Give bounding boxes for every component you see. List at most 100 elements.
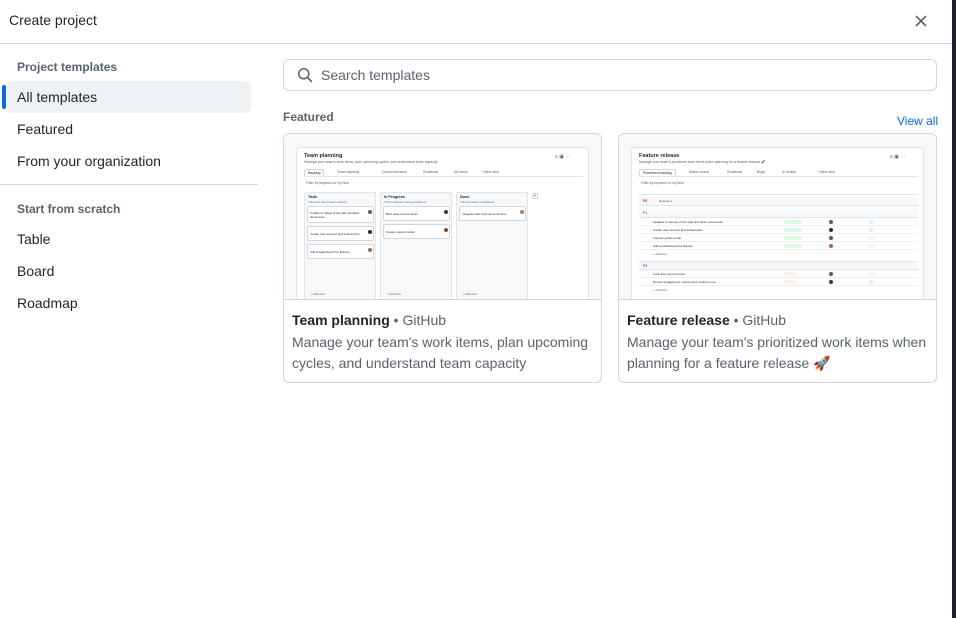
preview-row-text: Look done across boost <box>653 272 685 276</box>
preview-tab: Roadmap <box>423 170 439 174</box>
preview-add-item: + Add item <box>653 288 668 292</box>
preview-column-todo: Todo This item hasn't been started Updat… <box>304 192 376 299</box>
search-icon <box>297 67 313 83</box>
preview-group-name: P1 <box>643 211 648 215</box>
template-preview: Team planning Manage your team's work it… <box>284 134 601 300</box>
preview-column-done: Done This has been completed Integrate w… <box>456 192 528 299</box>
preview-row-text: Release 1 <box>659 199 673 203</box>
preview-card: Update to reflect of the plan activities… <box>307 206 374 223</box>
preview-tab: Current iteration <box>382 170 408 174</box>
search-input[interactable] <box>321 67 921 83</box>
sidebar-item-all-templates[interactable]: All templates <box>5 81 251 113</box>
avatar <box>368 230 372 234</box>
dialog-header: Create project <box>0 0 952 44</box>
status-badge <box>784 244 802 248</box>
sidebar-item-label: Board <box>17 263 55 279</box>
avatar <box>829 220 833 224</box>
preview-card-text: Create a quick model <box>386 230 415 234</box>
template-card-feature-release[interactable]: Feature release Manage your team's prior… <box>618 133 937 383</box>
preview-group-name: P0 <box>643 199 648 203</box>
preview-row: Review engagement metrics and results to… <box>639 279 918 286</box>
preview-add-item: + Add item <box>653 252 668 256</box>
window-edge <box>952 0 956 618</box>
sidebar-item-from-organization[interactable]: From your organization <box>5 145 251 177</box>
sidebar-item-roadmap[interactable]: Roadmap <box>5 287 251 319</box>
preview-table: Feature release Manage your team's prior… <box>631 147 924 299</box>
sidebar-divider <box>0 184 258 185</box>
preview-column-in-progress: In Progress This is actively being worke… <box>380 192 452 299</box>
preview-card-text: Add a leaderboard for Europe <box>310 250 350 254</box>
avatar <box>520 210 524 214</box>
avatar <box>444 228 448 232</box>
status-badge <box>784 228 802 232</box>
preview-title: Feature release <box>639 153 680 159</box>
template-card-team-planning[interactable]: Team planning Manage your team's work it… <box>283 133 602 383</box>
label-badge <box>869 236 873 240</box>
preview-tab: Bugs <box>757 170 765 174</box>
status-badge <box>784 236 802 240</box>
start-from-scratch-heading: Start from scratch <box>17 202 121 216</box>
sidebar-item-board[interactable]: Board <box>5 255 251 287</box>
preview-board: Team planning Manage your team's work it… <box>296 147 589 299</box>
preview-card: Create user account and subscription <box>307 226 374 241</box>
preview-tabs: Backlog Team capacity Current iteration … <box>304 168 583 177</box>
preview-toolbar-icons: ≡ ▣ ⋯ <box>555 154 571 160</box>
avatar <box>829 280 833 284</box>
preview-row: Create user account and subscription <box>639 227 918 234</box>
avatar <box>829 244 833 248</box>
preview-add-item: + Add item <box>311 292 326 296</box>
add-column-icon: + <box>532 193 538 199</box>
avatar <box>368 210 372 214</box>
preview-column-note: This is actively being worked on <box>384 200 427 204</box>
avatar <box>829 236 833 240</box>
preview-tab: + New view <box>481 170 499 174</box>
preview-filter: Filter by keyword or by field <box>641 181 684 185</box>
preview-card: Best route across levels <box>383 206 450 221</box>
sidebar-item-featured[interactable]: Featured <box>5 113 251 145</box>
template-name: Feature release <box>627 312 730 328</box>
template-description: Manage your team's prioritized work item… <box>627 334 927 371</box>
avatar <box>829 228 833 232</box>
separator: • <box>733 312 739 328</box>
preview-group-name: P2 <box>643 264 648 268</box>
preview-column-name: Done <box>460 195 470 199</box>
active-indicator <box>2 85 6 109</box>
preview-row-text: Review engagement metrics and results to… <box>653 280 716 284</box>
template-description: Manage your team's work items, plan upco… <box>292 334 589 371</box>
sidebar-item-label: Featured <box>17 121 74 137</box>
create-project-dialog: Create project Project templates All tem… <box>0 0 952 618</box>
preview-tab: My items <box>454 170 468 174</box>
close-button[interactable] <box>908 8 934 34</box>
search-box[interactable] <box>283 59 937 91</box>
preview-tab: Status board <box>689 170 709 174</box>
preview-row: Look done across boost <box>639 271 918 278</box>
view-all-link[interactable]: View all <box>897 114 938 128</box>
preview-filter: Filter by keyword or by field <box>306 181 349 185</box>
preview-tab: Team capacity <box>337 170 360 174</box>
preview-toolbar-icons: ≡ ▣ ⋯ <box>890 154 906 160</box>
preview-column-name: Todo <box>308 195 317 199</box>
preview-table-header <box>639 190 918 195</box>
card-body: Team planning • GitHub Manage your team'… <box>292 311 595 374</box>
preview-row: Add a leaderboard for Europe <box>639 243 918 250</box>
preview-tab: Roadmap <box>727 170 743 174</box>
preview-group: P2 <box>639 261 918 270</box>
sidebar-item-table[interactable]: Table <box>5 223 251 255</box>
preview-card-text: Integrate with Commerce Service <box>462 212 507 216</box>
label-badge <box>869 244 873 248</box>
sidebar-item-label: Roadmap <box>17 295 78 311</box>
template-preview: Feature release Manage your team's prior… <box>619 134 936 300</box>
preview-tab: In review <box>782 170 797 174</box>
sidebar: Project templates All templates Featured… <box>0 44 262 618</box>
preview-row-text: Improve github mode <box>653 236 682 240</box>
preview-subtitle: Manage your team's prioritized work item… <box>639 160 766 164</box>
status-badge <box>784 280 796 284</box>
preview-add-item: + Add item <box>387 292 402 296</box>
label-badge <box>869 280 873 284</box>
preview-group: P1 <box>639 209 918 218</box>
preview-row-text: Updates to velocity of the ship and othe… <box>653 220 723 224</box>
preview-row-text: Create user account and subscription <box>653 228 703 232</box>
status-badge <box>784 272 796 276</box>
project-templates-heading: Project templates <box>17 60 118 74</box>
avatar <box>829 272 833 276</box>
